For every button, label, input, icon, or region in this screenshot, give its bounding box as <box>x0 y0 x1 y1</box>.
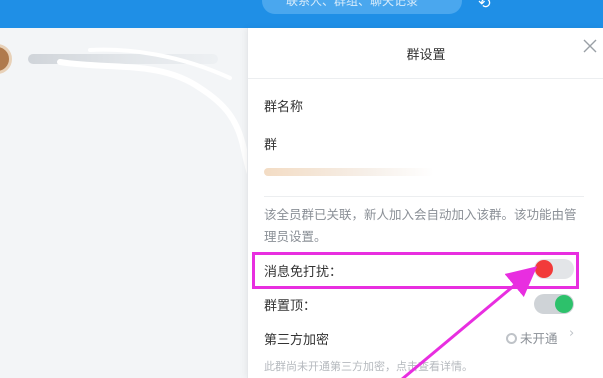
group-settings-panel: 群设置 群名称 群 该全员群已关联，新人加入会自动加入该群。该功能由管理员设置。… <box>247 28 603 378</box>
toggle-knob <box>555 295 573 313</box>
redacted-group-info <box>264 168 434 176</box>
encryption-status-text: 未开通 <box>520 331 558 346</box>
divider <box>264 196 584 197</box>
redacted-chat-name <box>28 54 218 64</box>
close-icon[interactable] <box>582 38 598 54</box>
chat-list <box>0 28 247 378</box>
encryption-label: 第三方加密 <box>264 333 330 348</box>
annotation-highlight-box <box>252 252 579 289</box>
group-label: 群 <box>264 138 278 153</box>
pin-label: 群置顶： <box>264 299 317 314</box>
avatar <box>0 44 12 74</box>
encryption-note: 此群尚未开通第三方加密，点击查看详情。 <box>264 360 473 373</box>
status-circle-icon <box>506 333 517 344</box>
group-name-label: 群名称 <box>264 100 304 115</box>
history-icon[interactable]: ⟲ <box>478 0 491 12</box>
search-input[interactable]: 联系人、群组、聊天记录 <box>262 0 462 14</box>
all-member-group-description: 该全员群已关联，新人加入会自动加入该群。该功能由管理员设置。 <box>264 207 577 244</box>
panel-title: 群设置 <box>406 48 446 63</box>
top-bar: 联系人、群组、聊天记录 ⟲ <box>0 0 603 28</box>
encryption-status[interactable]: 未开通 <box>506 328 558 347</box>
chat-list-item[interactable] <box>0 28 247 92</box>
chevron-right-icon[interactable]: › <box>569 326 574 341</box>
pin-toggle[interactable] <box>534 294 574 314</box>
divider <box>248 78 603 79</box>
